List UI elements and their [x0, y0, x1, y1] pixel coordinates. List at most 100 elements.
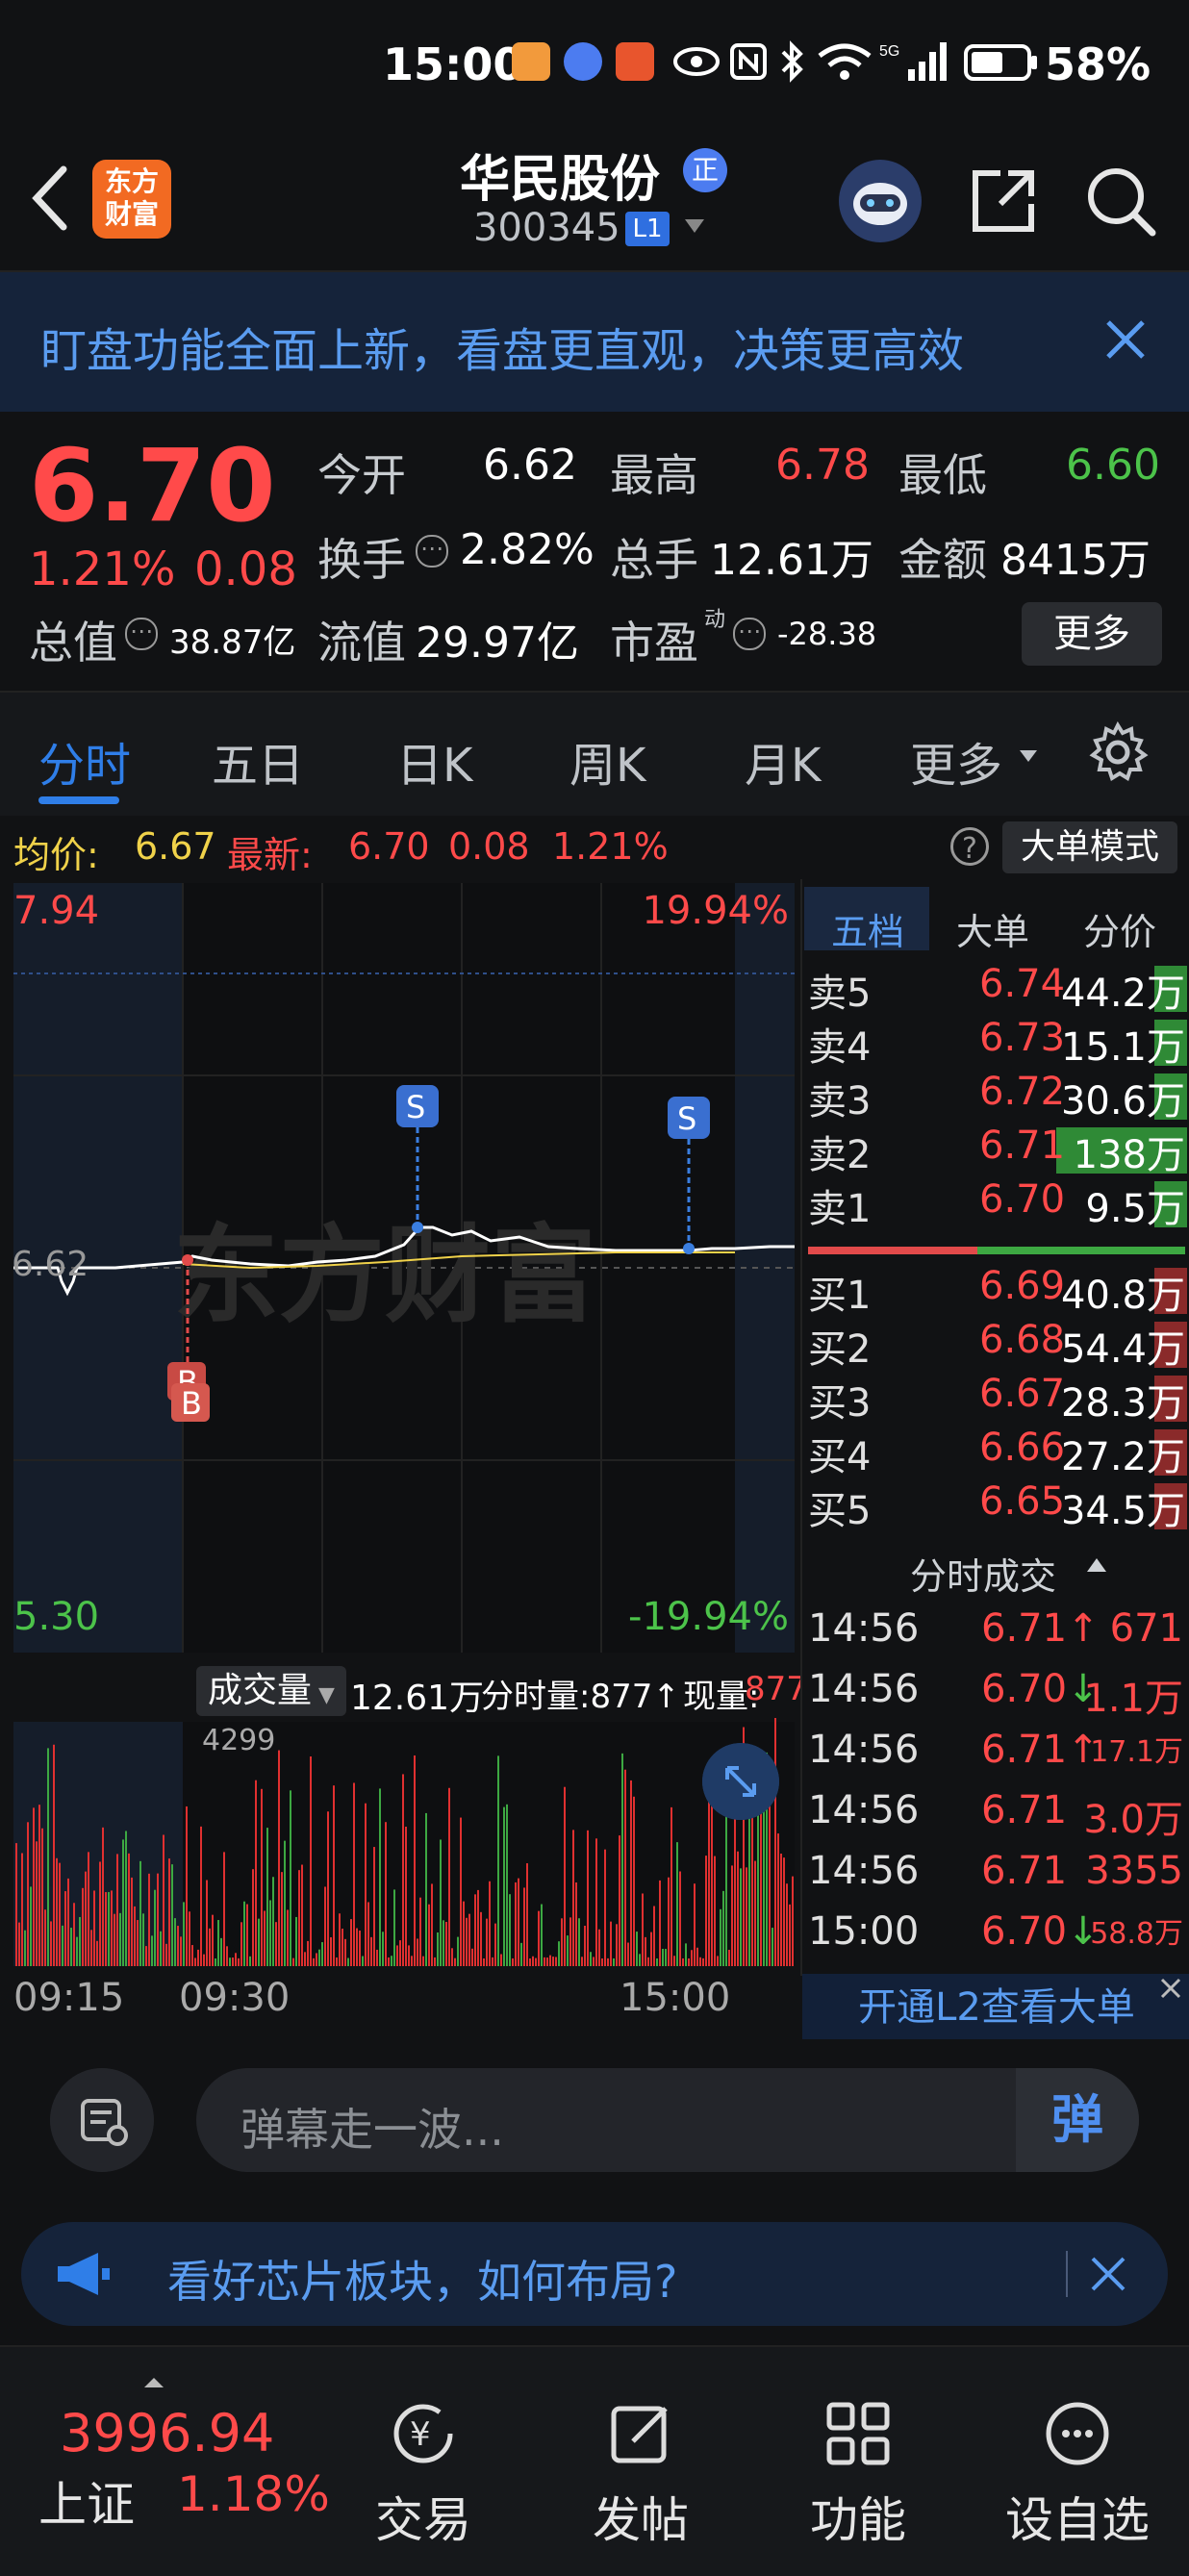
info-icon[interactable]: ⋯ — [416, 535, 448, 568]
app-logo[interactable]: 东方财富 — [92, 160, 171, 239]
ticks-header[interactable]: 分时成交 — [802, 1547, 1189, 1601]
volume-bar — [529, 1957, 531, 1966]
share-icon[interactable] — [966, 162, 1043, 239]
volume-bar — [67, 1878, 69, 1966]
comment-input[interactable]: 弹幕走一波... 弹 — [196, 2068, 1139, 2172]
tick-price-value: 6.71 — [981, 1788, 1068, 1832]
tab-five-level[interactable]: 五档 — [831, 902, 904, 955]
tab-big-orders[interactable]: 大单 — [956, 902, 1029, 955]
help-icon[interactable]: ? — [950, 827, 989, 866]
ask-price: 6.72 — [979, 1070, 1066, 1114]
intraday-chart[interactable]: 东方财富 B B S S 7.94 19.94% 6.62 5.30 -19.9… — [0, 879, 807, 2020]
close-icon[interactable] — [1083, 2249, 1133, 2299]
volume-bar — [425, 1812, 427, 1966]
ask-row[interactable]: 卖4 6.73 15.1万 — [802, 1016, 1189, 1070]
tick-price-value: 6.71 — [981, 1728, 1068, 1772]
l2-upgrade-link[interactable]: 开通L2查看大单 — [802, 1974, 1189, 2041]
volume-bar — [685, 1943, 687, 1966]
tab-more[interactable]: 更多 — [910, 727, 1002, 795]
nav-add-watchlist[interactable]: 设自选 — [981, 2347, 1174, 2576]
ask-row[interactable]: 卖2 6.71 138万 — [802, 1124, 1189, 1177]
index-pct[interactable]: 1.18% — [177, 2466, 330, 2522]
volume-bar — [353, 1782, 355, 1966]
volume-header: 成交量 ▼ 12.61万 分时量:877↑ 现量: 877 — [0, 1658, 807, 1722]
tab-five-day[interactable]: 五日 — [212, 727, 304, 795]
level-dropdown-icon[interactable] — [685, 219, 704, 233]
bid-row[interactable]: 买3 6.67 28.3万 — [802, 1372, 1189, 1426]
book-split-bar — [808, 1247, 1185, 1254]
megaphone-icon — [58, 2253, 110, 2295]
comment-settings-icon[interactable] — [50, 2068, 154, 2172]
info-icon[interactable]: ⋯ — [125, 618, 158, 650]
expand-icon[interactable] — [702, 1743, 779, 1820]
bid-row[interactable]: 买1 6.69 40.8万 — [802, 1264, 1189, 1318]
nav-trade[interactable]: ¥ 交易 — [327, 2347, 519, 2576]
news-text[interactable]: 看好芯片板块，如何布局? — [167, 2247, 677, 2311]
bid-price: 6.66 — [979, 1426, 1066, 1470]
volume-bar — [731, 1865, 733, 1966]
volume-bar — [252, 1869, 254, 1966]
tab-more-dropdown-icon[interactable] — [1020, 750, 1037, 762]
volume-bar — [431, 1883, 433, 1966]
volume-bar — [359, 1931, 361, 1966]
tab-price-distribution[interactable]: 分价 — [1083, 902, 1156, 955]
trade-icon: ¥ — [393, 2404, 453, 2463]
tab-intraday[interactable]: 分时 — [38, 727, 131, 795]
volume-bar — [604, 1849, 606, 1966]
nav-functions[interactable]: 功能 — [762, 2347, 954, 2576]
close-icon[interactable] — [1156, 1974, 1185, 2003]
volume-bar — [662, 1948, 664, 1966]
index-expand-icon[interactable] — [144, 2378, 164, 2387]
volume-indicator-dropdown[interactable]: 成交量 ▼ — [196, 1666, 346, 1716]
volume-bar — [76, 1936, 78, 1966]
tab-active-indicator — [38, 796, 119, 804]
nav-functions-label: 功能 — [810, 2492, 906, 2548]
volume-bar — [194, 1957, 196, 1966]
volume-bar — [38, 1805, 40, 1966]
collapse-up-icon[interactable] — [1087, 1558, 1106, 1572]
intraday-chart-canvas[interactable]: 东方财富 B B S S — [0, 879, 798, 1976]
feature-banner[interactable]: 盯盘功能全面上新，看盘更直观，决策更高效 — [0, 272, 1189, 412]
close-icon[interactable] — [1097, 311, 1154, 368]
banner-text[interactable]: 盯盘功能全面上新，看盘更直观，决策更高效 — [40, 313, 964, 380]
tab-daily-k[interactable]: 日K — [396, 727, 472, 795]
tab-monthly-k[interactable]: 月K — [745, 727, 821, 795]
volume-bar — [122, 1839, 124, 1966]
more-dots-icon — [1046, 2402, 1109, 2465]
info-icon[interactable]: ⋯ — [733, 618, 766, 650]
gear-icon[interactable] — [1087, 721, 1149, 783]
avg-price-label: 均价: — [13, 834, 99, 876]
ask-label: 卖5 — [808, 972, 872, 1016]
robot-assistant-icon[interactable] — [839, 160, 922, 242]
bid-row[interactable]: 买5 6.65 34.5万 — [802, 1479, 1189, 1533]
tab-weekly-k[interactable]: 周K — [569, 727, 645, 795]
volume-bar — [549, 1955, 551, 1966]
big-order-mode-button[interactable]: 大单模式 — [1002, 821, 1177, 873]
back-arrow-icon[interactable] — [23, 160, 81, 237]
news-ticker[interactable]: 看好芯片板块，如何布局? — [21, 2222, 1168, 2326]
search-icon[interactable] — [1081, 162, 1158, 239]
volume-bar — [33, 1807, 35, 1966]
volume-bar — [391, 1956, 392, 1966]
level-badge[interactable]: L1 — [625, 212, 670, 246]
nav-post[interactable]: 发帖 — [544, 2347, 737, 2576]
volume-bar — [639, 1954, 641, 1966]
index-value[interactable]: 3996.94 — [60, 2403, 274, 2463]
volume-bar — [376, 1949, 378, 1966]
ask-row[interactable]: 卖3 6.72 30.6万 — [802, 1070, 1189, 1124]
bid-row[interactable]: 买4 6.66 27.2万 — [802, 1426, 1189, 1479]
ask-row[interactable]: 卖5 6.74 44.2万 — [802, 962, 1189, 1016]
volume-bar — [670, 1806, 672, 1966]
volume-bar — [229, 1957, 231, 1966]
send-comment-button[interactable]: 弹 — [1016, 2068, 1139, 2172]
volume-bar — [659, 1880, 661, 1966]
ask-row[interactable]: 卖1 6.70 9.5万 — [802, 1177, 1189, 1231]
volume-bar — [581, 1957, 583, 1966]
current-price: 6.70 — [29, 427, 276, 544]
index-name[interactable]: 上证 — [38, 2466, 135, 2536]
more-quote-button[interactable]: 更多 — [1022, 602, 1162, 666]
volume-bar — [760, 1812, 762, 1966]
bid-row[interactable]: 买2 6.68 54.4万 — [802, 1318, 1189, 1372]
tick-volume: 3355 — [1085, 1849, 1183, 1893]
volume-bar — [408, 1945, 410, 1966]
